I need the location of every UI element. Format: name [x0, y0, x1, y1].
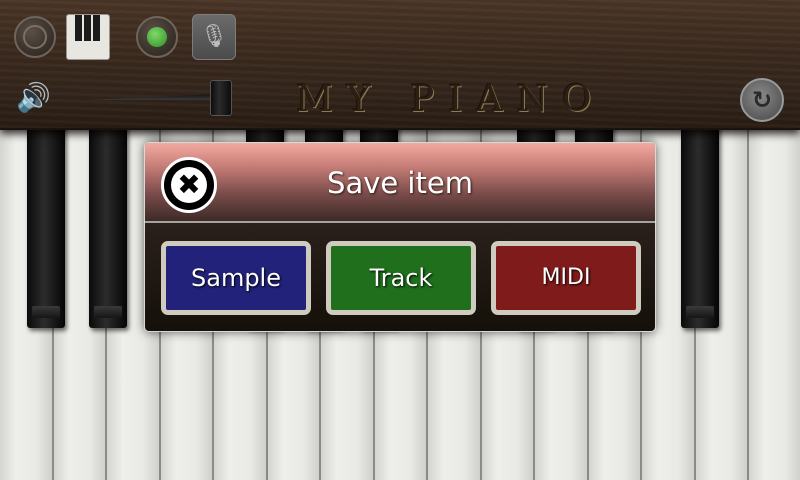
track-button[interactable]: Track — [326, 241, 476, 315]
piano-keys-icon[interactable] — [66, 14, 110, 60]
close-icon: ✖ — [171, 167, 207, 203]
sample-button[interactable]: Sample — [161, 241, 311, 315]
reset-button[interactable]: ↻ — [740, 78, 784, 122]
record-button[interactable] — [136, 16, 178, 58]
reset-icon: ↻ — [751, 86, 773, 114]
midi-button[interactable]: MIDI — [491, 241, 641, 315]
control-panel: 🎙 🔊 MY PIANO ↻ — [0, 0, 800, 130]
microphone-button[interactable]: 🎙 — [192, 14, 236, 60]
dialog-header: Save item ✖ — [145, 143, 655, 223]
microphone-icon: 🎙 — [200, 24, 228, 49]
volume-icon: 🔊 — [16, 81, 51, 114]
metronome-icon — [23, 25, 47, 49]
save-dialog: Save item ✖ Sample Track MIDI — [144, 142, 656, 332]
dialog-title: Save item — [327, 166, 473, 200]
record-icon — [147, 27, 167, 47]
app-title: MY PIANO — [296, 79, 606, 120]
volume-slider[interactable] — [88, 80, 234, 116]
volume-thumb[interactable] — [210, 80, 232, 116]
metronome-button[interactable] — [14, 16, 56, 58]
close-button[interactable]: ✖ — [161, 157, 217, 213]
volume-track — [88, 94, 220, 100]
